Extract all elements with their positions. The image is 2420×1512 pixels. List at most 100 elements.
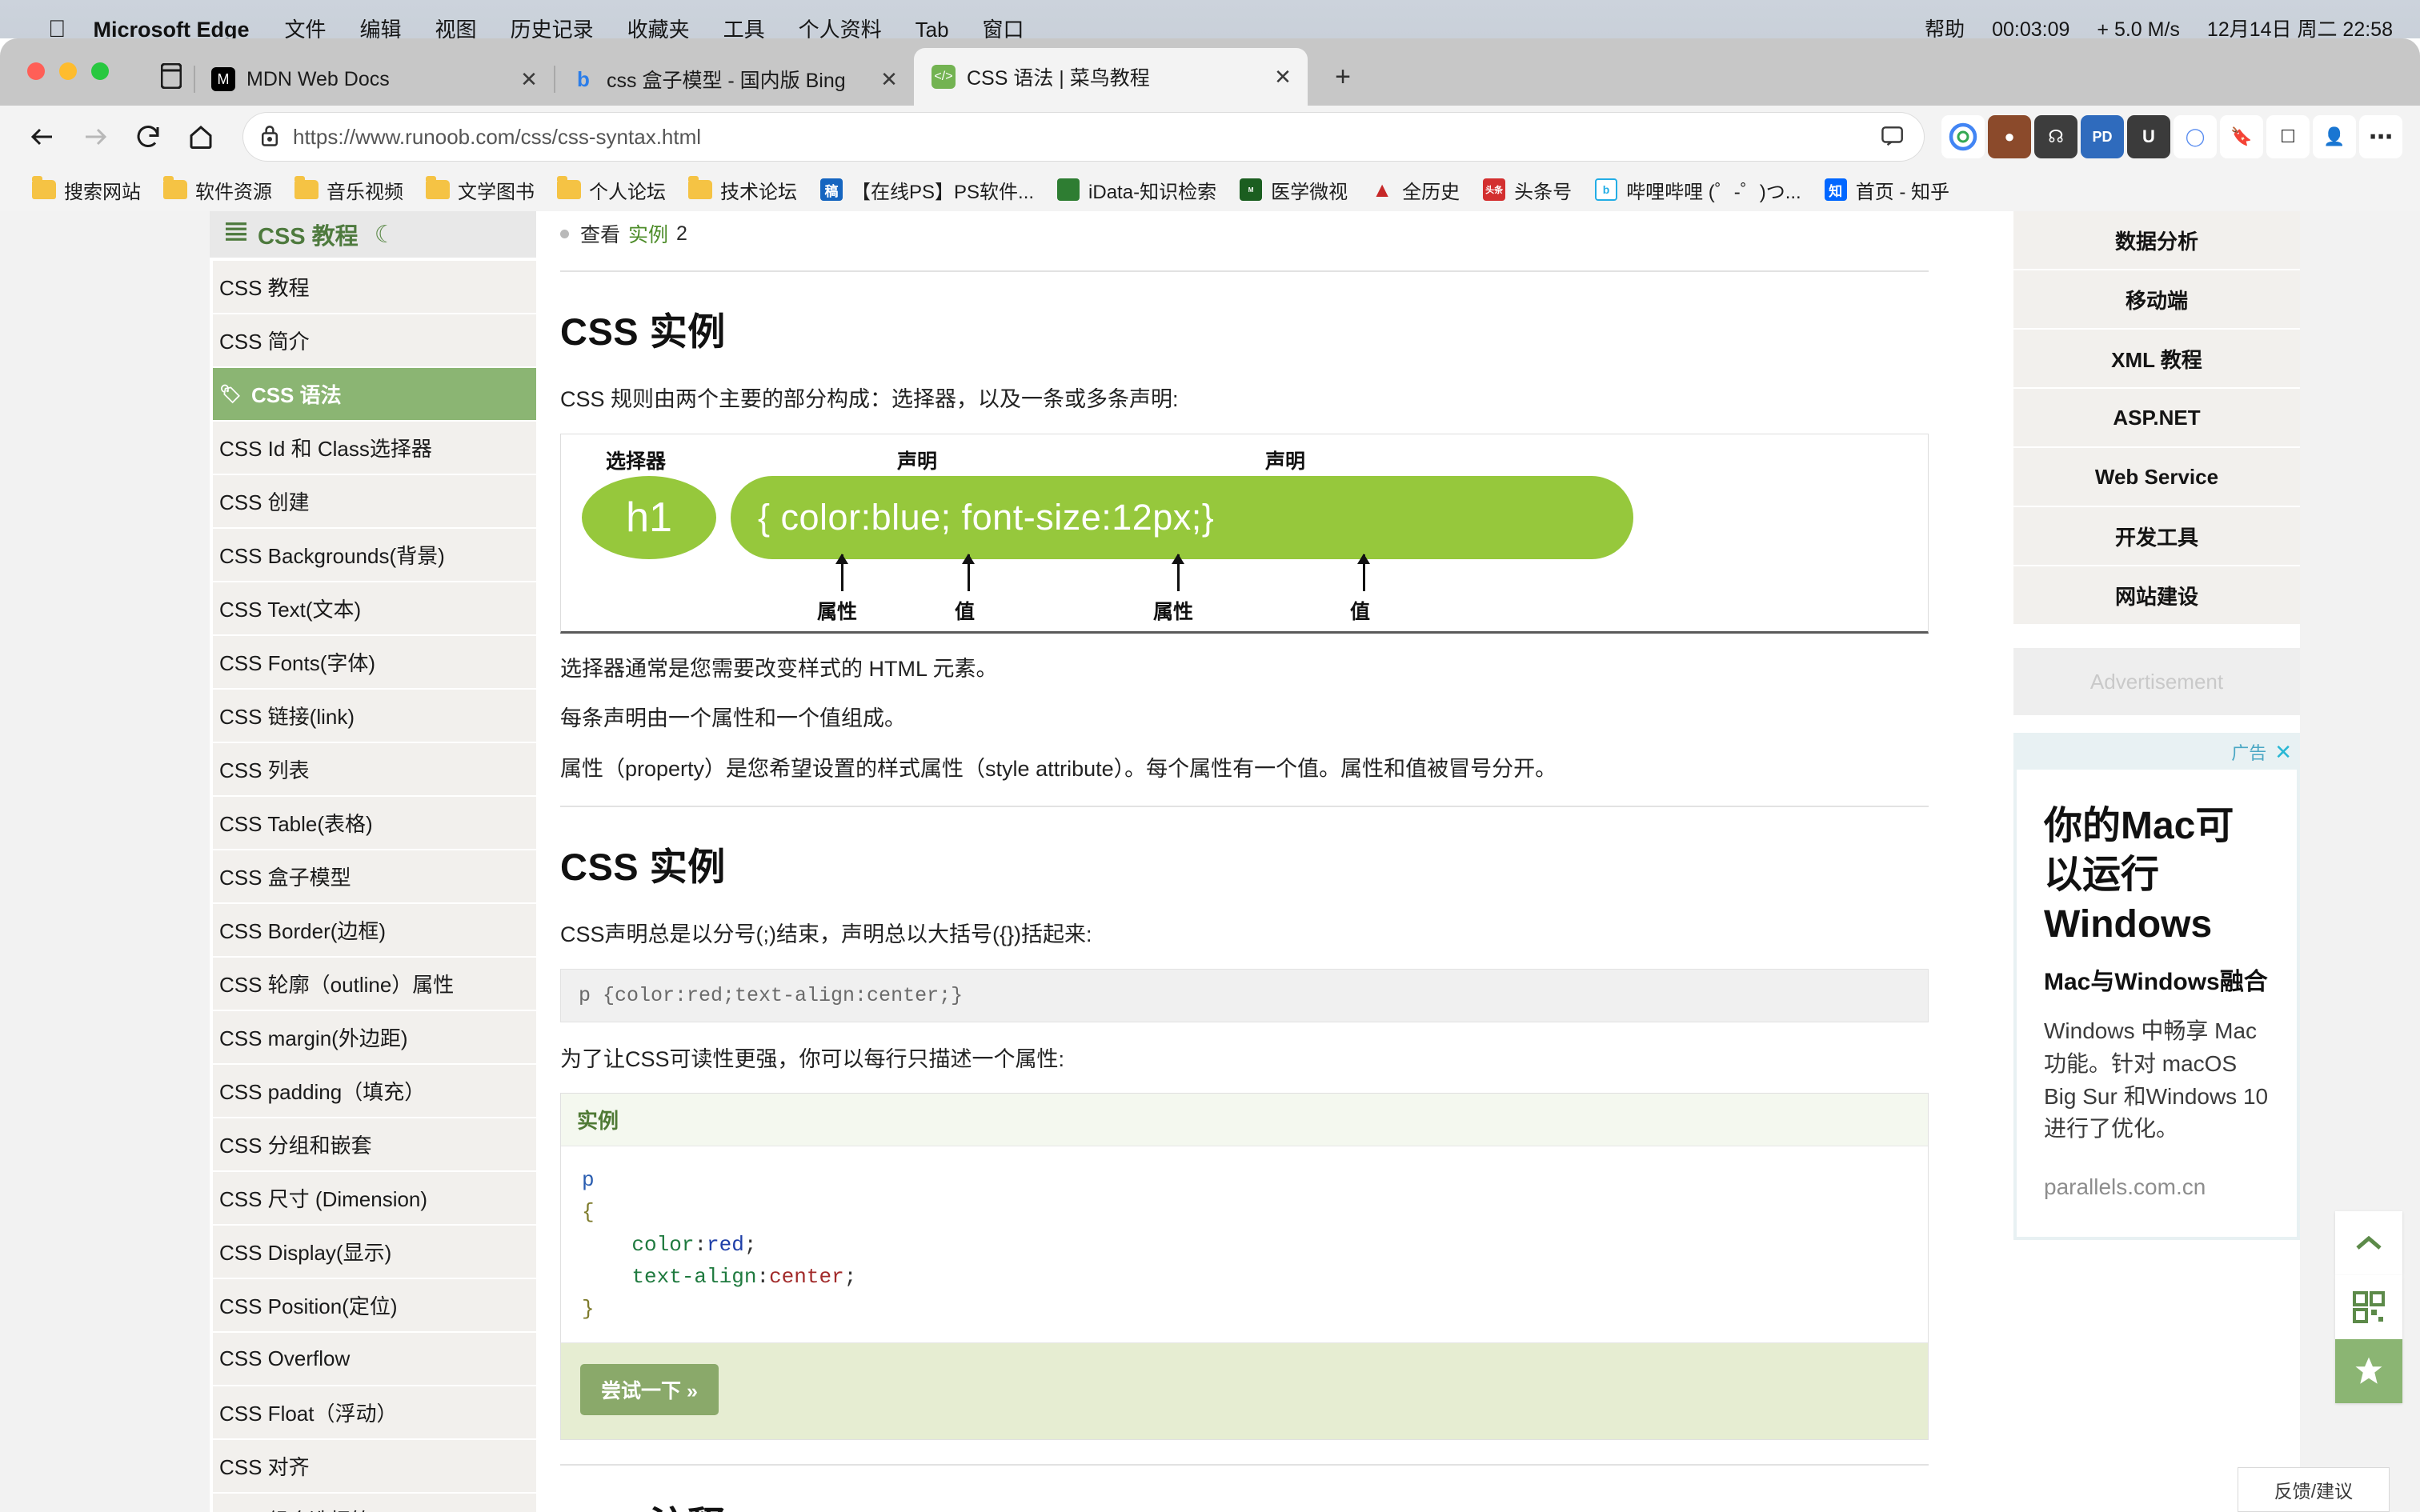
tab-css-syntax-runoob[interactable]: </> CSS 语法 | 菜鸟教程 ✕ bbox=[914, 48, 1308, 106]
sidebar-item-css-outline[interactable]: CSS 轮廓（outline）属性 bbox=[213, 958, 536, 1011]
menu-item-help[interactable]: 帮助 bbox=[1925, 20, 1965, 39]
sidebar-item-css-combinators[interactable]: CSS 组合选择符 bbox=[213, 1494, 536, 1512]
close-icon[interactable]: ✕ bbox=[515, 66, 543, 93]
bookmark-search-sites[interactable]: 搜索网站 bbox=[21, 176, 152, 204]
sidebar-item-css-lists[interactable]: CSS 列表 bbox=[213, 743, 536, 797]
ad-card[interactable]: 你的Mac可以运行Windows Mac与Windows融合 Windows 中… bbox=[2017, 770, 2297, 1237]
bookmark-label: 音乐视频 bbox=[327, 181, 403, 203]
home-icon[interactable] bbox=[176, 112, 226, 162]
sidebar-item-css-links[interactable]: CSS 链接(link) bbox=[213, 690, 536, 743]
sidebar-item-css-display[interactable]: CSS Display(显示) bbox=[213, 1226, 536, 1279]
maximize-window-button[interactable] bbox=[91, 62, 109, 80]
address-bar[interactable]: https://www.runoob.com/css/css-syntax.ht… bbox=[243, 113, 1924, 161]
bookmark-online-ps[interactable]: 稿【在线PS】PS软件... bbox=[808, 176, 1045, 204]
menu-item-tab[interactable]: Tab bbox=[916, 19, 949, 38]
right-item-dev-tools[interactable]: 开发工具 bbox=[2013, 507, 2300, 566]
close-icon[interactable]: ✕ bbox=[875, 66, 903, 93]
sidebar-item-css-intro[interactable]: CSS 简介 bbox=[213, 314, 536, 368]
sidebar-item-css-margin[interactable]: CSS margin(外边距) bbox=[213, 1011, 536, 1065]
menu-item-tools[interactable]: 工具 bbox=[723, 19, 765, 38]
chevron-up-icon[interactable] bbox=[2335, 1211, 2402, 1275]
sidebar-item-css-tutorial[interactable]: CSS 教程 bbox=[213, 261, 536, 314]
sidebar-item-css-align[interactable]: CSS 对齐 bbox=[213, 1440, 536, 1494]
section-heading-css-example-1: CSS 实例 bbox=[560, 310, 726, 353]
sidebar-item-css-box-model[interactable]: CSS 盒子模型 bbox=[213, 850, 536, 904]
minimize-window-button[interactable] bbox=[59, 62, 77, 80]
bookmark-label: 技术论坛 bbox=[720, 181, 797, 203]
more-options-icon[interactable]: ⋯ bbox=[2359, 115, 2402, 158]
section-heading-css-example-2: CSS 实例 bbox=[560, 846, 726, 888]
example-link[interactable]: 实例 bbox=[628, 219, 668, 248]
menu-item-edit[interactable]: 编辑 bbox=[360, 19, 402, 38]
collections-icon[interactable]: 🔖 bbox=[2220, 115, 2263, 158]
bookmark-tech-forum[interactable]: 技术论坛 bbox=[677, 176, 808, 204]
sidebar-item-css-syntax[interactable]: 🏷 CSS 语法 bbox=[213, 368, 536, 422]
menu-item-history[interactable]: 历史记录 bbox=[511, 19, 594, 38]
right-item-xml-tutorial[interactable]: XML 教程 bbox=[2013, 330, 2300, 389]
sidebar-item-css-overflow[interactable]: CSS Overflow bbox=[213, 1333, 536, 1386]
right-item-website-building[interactable]: 网站建设 bbox=[2013, 566, 2300, 626]
sidebar-item-label: CSS 组合选择符 bbox=[219, 1505, 372, 1512]
sidebar-item-css-position[interactable]: CSS Position(定位) bbox=[213, 1279, 536, 1333]
extension-monkey-icon[interactable]: ● bbox=[1988, 115, 2031, 158]
sidebar-item-css-table[interactable]: CSS Table(表格) bbox=[213, 797, 536, 850]
bookmark-allhistory[interactable]: ▲ 全历史 bbox=[1359, 176, 1471, 204]
star-icon[interactable] bbox=[2335, 1339, 2402, 1403]
menu-item-view[interactable]: 视图 bbox=[435, 19, 477, 38]
menu-app-name[interactable]: Microsoft Edge bbox=[94, 19, 250, 39]
sidebar-item-css-backgrounds[interactable]: CSS Backgrounds(背景) bbox=[213, 529, 536, 582]
right-item-web-service[interactable]: Web Service bbox=[2013, 448, 2300, 507]
sidebar-item-css-border[interactable]: CSS Border(边框) bbox=[213, 904, 536, 958]
favorites-icon[interactable]: ☐ bbox=[2266, 115, 2310, 158]
bookmark-literature[interactable]: 文学图书 bbox=[415, 176, 546, 204]
tab-bing-css-box-model[interactable]: b css 盒子模型 - 国内版 Bing ✕ bbox=[554, 53, 914, 106]
ad-tag-label: 广告 bbox=[2231, 743, 2267, 763]
menu-item-file[interactable]: 文件 bbox=[285, 19, 327, 38]
right-item-mobile[interactable]: 移动端 bbox=[2013, 270, 2300, 330]
extension-u-icon[interactable]: U bbox=[2127, 115, 2170, 158]
bookmark-personal-forum[interactable]: 个人论坛 bbox=[546, 176, 677, 204]
try-it-button[interactable]: 尝试一下 » bbox=[580, 1364, 719, 1416]
extension-pdf-icon[interactable]: PD bbox=[2081, 115, 2124, 158]
sidebar-item-css-fonts[interactable]: CSS Fonts(字体) bbox=[213, 636, 536, 690]
close-icon[interactable]: ✕ bbox=[2274, 740, 2292, 765]
bookmark-label: 搜索网站 bbox=[64, 181, 141, 203]
moon-icon[interactable]: ☾ bbox=[375, 221, 396, 249]
profile-icon[interactable]: 👤 bbox=[2313, 115, 2356, 158]
sidebar-item-css-padding[interactable]: CSS padding（填充） bbox=[213, 1065, 536, 1118]
feedback-button[interactable]: 反馈/建议 bbox=[2238, 1467, 2390, 1512]
close-icon[interactable]: ✕ bbox=[1269, 63, 1296, 90]
sidebar-item-css-text[interactable]: CSS Text(文本) bbox=[213, 582, 536, 636]
bookmark-idata[interactable]: iData-知识检索 bbox=[1045, 176, 1228, 204]
list-icon[interactable] bbox=[226, 222, 246, 248]
chrome-icon[interactable] bbox=[1941, 115, 1985, 158]
reload-icon[interactable] bbox=[123, 112, 173, 162]
apple-logo-icon[interactable]:  bbox=[48, 18, 66, 39]
bookmark-bilibili[interactable]: b 哔哩哔哩 (゜-゜)つ... bbox=[1583, 176, 1813, 204]
bookmark-zhihu[interactable]: 知首页 - 知乎 bbox=[1813, 176, 1961, 204]
sidebar-item-css-create[interactable]: CSS 创建 bbox=[213, 475, 536, 529]
menu-item-window[interactable]: 窗口 bbox=[983, 19, 1024, 38]
sidebar-item-css-dimension[interactable]: CSS 尺寸 (Dimension) bbox=[213, 1172, 536, 1226]
extension-ring-icon[interactable]: ◯ bbox=[2174, 115, 2217, 158]
bookmark-medical-video[interactable]: M 医学微视 bbox=[1228, 176, 1359, 204]
sidebar-item-css-float[interactable]: CSS Float（浮动） bbox=[213, 1386, 536, 1440]
bookmark-toutiao[interactable]: 头条 头条号 bbox=[1471, 176, 1583, 204]
extension-eyes-icon[interactable]: ☊ bbox=[2034, 115, 2077, 158]
menu-item-profile[interactable]: 个人资料 bbox=[799, 19, 882, 38]
close-window-button[interactable] bbox=[27, 62, 45, 80]
read-aloud-icon[interactable] bbox=[1881, 123, 1908, 151]
tab-mdn-web-docs[interactable]: M MDN Web Docs ✕ bbox=[194, 53, 554, 106]
back-arrow-icon[interactable] bbox=[18, 112, 67, 162]
bookmark-software[interactable]: 软件资源 bbox=[152, 176, 283, 204]
sidebar-item-css-grouping[interactable]: CSS 分组和嵌套 bbox=[213, 1118, 536, 1172]
tab-list-icon[interactable] bbox=[149, 51, 194, 101]
bookmark-music-video[interactable]: 音乐视频 bbox=[283, 176, 415, 204]
qrcode-icon[interactable] bbox=[2335, 1275, 2402, 1339]
new-tab-button[interactable]: + bbox=[1320, 54, 1365, 99]
browser-chrome: M MDN Web Docs ✕ b css 盒子模型 - 国内版 Bing ✕… bbox=[0, 38, 2420, 211]
sidebar-item-css-id-class[interactable]: CSS Id 和 Class选择器 bbox=[213, 422, 536, 475]
right-item-aspnet[interactable]: ASP.NET bbox=[2013, 389, 2300, 448]
menu-item-favorites[interactable]: 收藏夹 bbox=[627, 19, 690, 38]
right-item-data-analysis[interactable]: 数据分析 bbox=[2013, 211, 2300, 270]
